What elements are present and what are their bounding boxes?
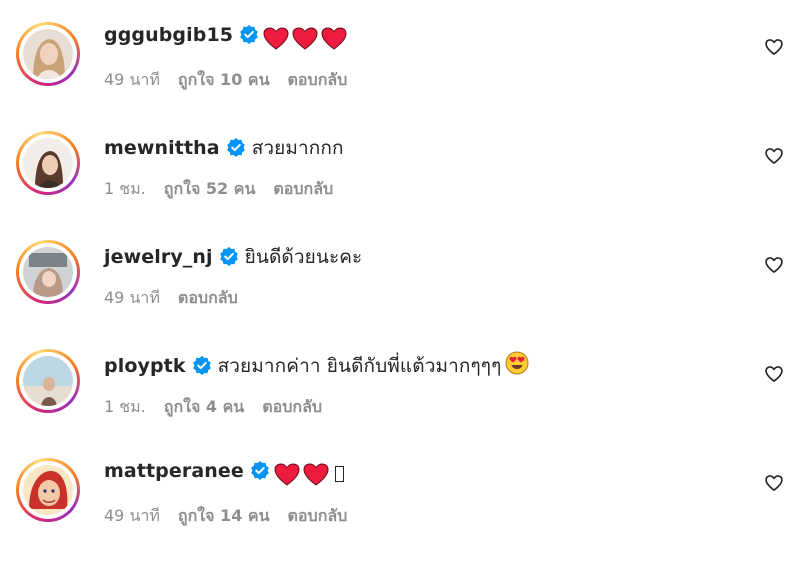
username-link[interactable]: mattperanee: [104, 460, 244, 482]
red-heart-icon: [263, 26, 289, 50]
verified-badge-icon: [226, 137, 246, 162]
heart-outline-icon[interactable]: [764, 364, 784, 384]
verified-badge-icon: [219, 246, 239, 271]
avatar-photo: [23, 138, 73, 188]
comment-item: ployptk สวยมากค่าา ยินดีกับพี่แต้วมากๆๆๆ …: [0, 349, 800, 449]
red-heart-icon: [321, 26, 347, 50]
comment-meta: 49 นาที ตอบกลับ: [104, 286, 256, 311]
comment-item: mattperanee 49 นาที ถูกใจ 14 คน ตอบกลับ: [0, 458, 800, 558]
heart-outline-icon[interactable]: [764, 37, 784, 57]
avatar-photo: [23, 465, 73, 515]
missing-glyph-icon: [334, 466, 344, 482]
avatar[interactable]: [16, 458, 80, 522]
username-link[interactable]: gggubgib15: [104, 24, 233, 46]
comment-item: gggubgib15 49 นาที ถูกใจ 10 คน ตอบกลับ: [0, 22, 800, 122]
comment-text: ยินดีด้วยนะคะ: [244, 246, 363, 268]
heart-emojis: [274, 462, 344, 487]
reply-link[interactable]: ตอบกลับ: [288, 70, 348, 89]
red-heart-icon: [303, 462, 329, 486]
heart-emojis: [263, 26, 350, 51]
avatar[interactable]: [16, 22, 80, 86]
username-link[interactable]: mewnittha: [104, 137, 220, 159]
reply-link[interactable]: ตอบกลับ: [178, 288, 238, 307]
red-heart-icon: [292, 26, 318, 50]
avatar[interactable]: [16, 131, 80, 195]
comment-text: สวยมากค่าา ยินดีกับพี่แต้วมากๆๆๆ: [217, 355, 502, 377]
likes-count-link[interactable]: ถูกใจ 52 คน: [164, 179, 256, 198]
comment-time: 49 นาที: [104, 288, 160, 307]
avatar[interactable]: [16, 240, 80, 304]
likes-count-link[interactable]: ถูกใจ 14 คน: [178, 506, 270, 525]
comment-meta: 49 นาที ถูกใจ 14 คน ตอบกลับ: [104, 504, 365, 529]
comment-header: jewelry_nj ยินดีด้วยนะคะ: [104, 242, 362, 272]
comment-header: mewnittha สวยมากกก: [104, 133, 344, 163]
reply-link[interactable]: ตอบกลับ: [262, 397, 322, 416]
verified-badge-icon: [250, 460, 270, 485]
reply-link[interactable]: ตอบกลับ: [273, 179, 333, 198]
comment-text: สวยมากกก: [251, 137, 344, 159]
comment-meta: 49 นาที ถูกใจ 10 คน ตอบกลับ: [104, 68, 365, 93]
avatar-photo: [23, 356, 73, 406]
username-link[interactable]: jewelry_nj: [104, 246, 213, 268]
heart-outline-icon[interactable]: [764, 473, 784, 493]
comment-time: 1 ชม.: [104, 397, 146, 416]
likes-count-link[interactable]: ถูกใจ 4 คน: [164, 397, 244, 416]
comment-item: mewnittha สวยมากกก 1 ชม. ถูกใจ 52 คน ตอบกลั…: [0, 131, 800, 231]
heart-outline-icon[interactable]: [764, 146, 784, 166]
reply-link[interactable]: ตอบกลับ: [288, 506, 348, 525]
comment-header: mattperanee: [104, 460, 344, 487]
comment-header: gggubgib15: [104, 24, 350, 51]
verified-badge-icon: [239, 24, 259, 49]
avatar-photo: [23, 29, 73, 79]
comment-time: 49 นาที: [104, 506, 160, 525]
heart-eyes-emoji-icon: [505, 351, 529, 380]
username-link[interactable]: ployptk: [104, 355, 186, 377]
comment-time: 49 นาที: [104, 70, 160, 89]
comment-meta: 1 ชม. ถูกใจ 52 คน ตอบกลับ: [104, 177, 351, 202]
verified-badge-icon: [192, 355, 212, 380]
avatar-photo: [23, 247, 73, 297]
comment-header: ployptk สวยมากค่าา ยินดีกับพี่แต้วมากๆๆๆ: [104, 351, 529, 381]
red-heart-icon: [274, 462, 300, 486]
avatar[interactable]: [16, 349, 80, 413]
likes-count-link[interactable]: ถูกใจ 10 คน: [178, 70, 270, 89]
heart-outline-icon[interactable]: [764, 255, 784, 275]
comment-time: 1 ชม.: [104, 179, 146, 198]
comment-item: jewelry_nj ยินดีด้วยนะคะ 49 นาที ตอบกลับ: [0, 240, 800, 340]
comment-meta: 1 ชม. ถูกใจ 4 คน ตอบกลับ: [104, 395, 340, 420]
